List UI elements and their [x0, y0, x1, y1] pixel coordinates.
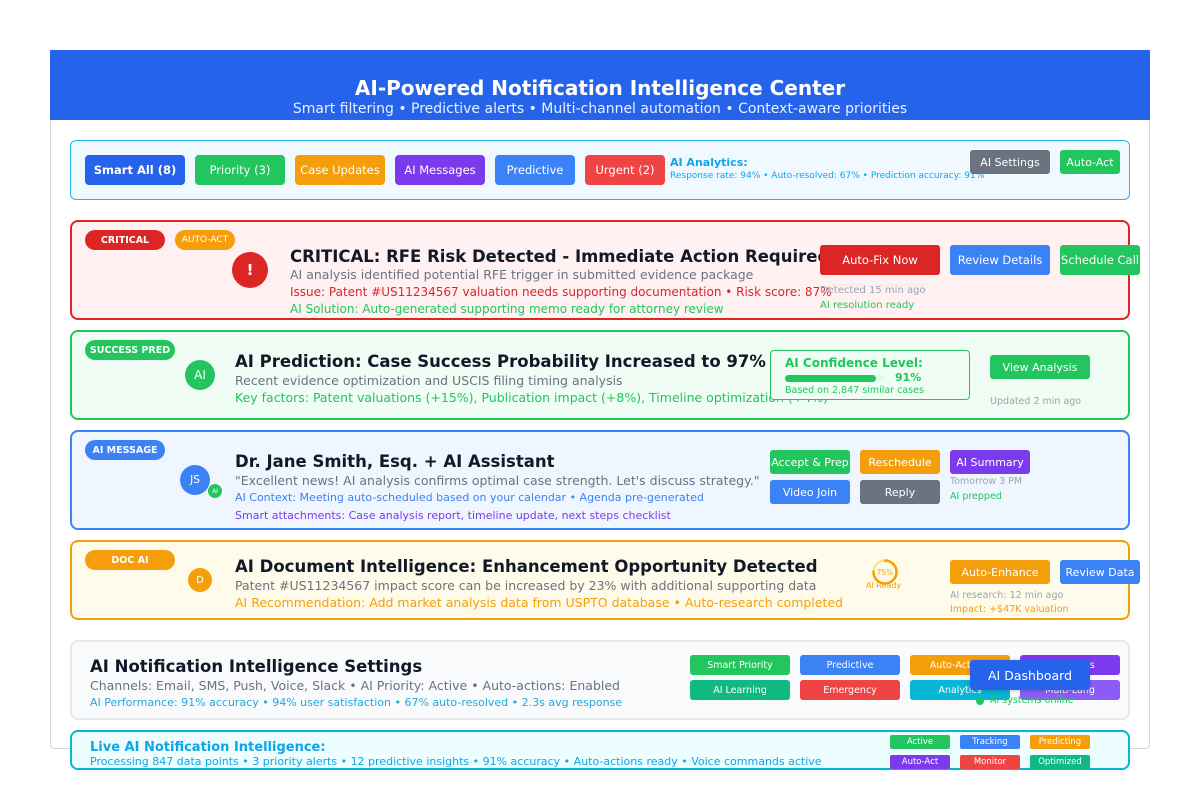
- critical-solution: AI Solution: Auto-generated supporting m…: [290, 302, 724, 316]
- success-title: AI Prediction: Case Success Probability …: [235, 352, 766, 371]
- page-subtitle: Smart filtering • Predictive alerts • Mu…: [292, 101, 908, 117]
- confidence-bar: [785, 375, 885, 382]
- confidence-basis: Based on 2,847 similar cases: [785, 385, 924, 396]
- success-factors: Key factors: Patent valuations (+15%), P…: [235, 390, 828, 405]
- meeting-time: Tomorrow 3 PM: [950, 476, 1023, 487]
- review-details-button[interactable]: Review Details: [950, 245, 1050, 275]
- impact-value: Impact: +$47K valuation: [950, 604, 1069, 615]
- settings-performance: AI Performance: 91% accuracy • 94% user …: [90, 696, 623, 709]
- message-context: AI Context: Meeting auto-scheduled based…: [235, 491, 704, 504]
- filter-chip-case-updates[interactable]: Case Updates: [295, 155, 385, 185]
- filter-chip-smart-all[interactable]: Smart All (8): [85, 155, 185, 185]
- tile-ai-learning[interactable]: AI Learning: [690, 680, 790, 700]
- critical-issue: Issue: Patent #US11234567 valuation need…: [290, 285, 832, 299]
- resolution-status: AI resolution ready: [820, 300, 915, 311]
- auto-enhance-button[interactable]: Auto-Enhance: [950, 560, 1050, 584]
- doc-title: AI Document Intelligence: Enhancement Op…: [235, 557, 818, 576]
- doc-recommendation: AI Recommendation: Add market analysis d…: [235, 595, 843, 610]
- settings-title: AI Notification Intelligence Settings: [90, 657, 423, 676]
- systems-status: AI systems online: [990, 695, 1074, 706]
- message-attachments: Smart attachments: Case analysis report,…: [235, 509, 671, 522]
- filter-chip-predictive[interactable]: Predictive: [495, 155, 575, 185]
- alert-icon: !: [232, 252, 268, 288]
- ring-label: AI Ready: [866, 581, 902, 590]
- ai-settings-button[interactable]: AI Settings: [970, 150, 1050, 174]
- schedule-call-button[interactable]: Schedule Call: [1060, 245, 1140, 275]
- critical-description: AI analysis identified potential RFE tri…: [290, 267, 754, 282]
- reply-button[interactable]: Reply: [860, 480, 940, 504]
- analytics-text: Response rate: 94% • Auto-resolved: 67% …: [670, 171, 985, 181]
- tag-monitor: Monitor: [960, 755, 1020, 769]
- critical-title: CRITICAL: RFE Risk Detected - Immediate …: [290, 247, 830, 266]
- filter-chip-urgent[interactable]: Urgent (2): [585, 155, 665, 185]
- auto-act-button[interactable]: Auto-Act: [1060, 150, 1120, 174]
- tag-auto-act: Auto-Act: [890, 755, 950, 769]
- tag-predicting: Predicting: [1030, 735, 1090, 749]
- tile-smart-priority[interactable]: Smart Priority: [690, 655, 790, 675]
- ai-dashboard-button[interactable]: AI Dashboard: [970, 660, 1090, 690]
- video-join-button[interactable]: Video Join: [770, 480, 850, 504]
- settings-channels: Channels: Email, SMS, Push, Voice, Slack…: [90, 678, 620, 693]
- review-data-button[interactable]: Review Data: [1060, 560, 1140, 584]
- tag-tracking: Tracking: [960, 735, 1020, 749]
- tag-active: Active: [890, 735, 950, 749]
- success-description: Recent evidence optimization and USCIS f…: [235, 373, 623, 388]
- confidence-bar-fill: [785, 375, 876, 382]
- filter-chip-priority[interactable]: Priority (3): [195, 155, 285, 185]
- live-text: Processing 847 data points • 3 priority …: [90, 755, 822, 768]
- prep-status: AI prepped: [950, 491, 1002, 502]
- filter-chip-ai-messages[interactable]: AI Messages: [395, 155, 485, 185]
- doc-description: Patent #US11234567 impact score can be i…: [235, 578, 817, 593]
- confidence-label: AI Confidence Level:: [785, 356, 923, 370]
- auto-fix-button[interactable]: Auto-Fix Now: [820, 245, 940, 275]
- detected-time: Detected 15 min ago: [820, 285, 926, 296]
- ai-summary-button[interactable]: AI Summary: [950, 450, 1030, 474]
- live-title: Live AI Notification Intelligence:: [90, 740, 326, 755]
- page: AI-Powered Notification Intelligence Cen…: [0, 0, 1200, 800]
- message-title: Dr. Jane Smith, Esq. + AI Assistant: [235, 452, 555, 471]
- page-title: AI-Powered Notification Intelligence Cen…: [354, 76, 846, 100]
- tile-emergency[interactable]: Emergency: [800, 680, 900, 700]
- tile-predictive[interactable]: Predictive: [800, 655, 900, 675]
- tag-optimized: Optimized: [1030, 755, 1090, 769]
- analytics-label: AI Analytics:: [670, 156, 748, 169]
- reschedule-button[interactable]: Reschedule: [860, 450, 940, 474]
- ring-value: 75%: [877, 568, 894, 577]
- message-quote: "Excellent news! AI analysis confirms op…: [235, 473, 760, 488]
- ai-assistant-badge: AI: [207, 483, 223, 499]
- updated-time: Updated 2 min ago: [990, 396, 1082, 407]
- critical-badge: CRITICAL: [85, 230, 165, 250]
- success-badge: SUCCESS PRED: [85, 340, 175, 360]
- ai-message-badge: AI MESSAGE: [85, 440, 165, 460]
- auto-act-badge: AUTO-ACT: [175, 230, 235, 250]
- document-avatar: D: [188, 568, 212, 592]
- view-analysis-button[interactable]: View Analysis: [990, 355, 1090, 379]
- ai-avatar: AI: [185, 360, 215, 390]
- user-avatar: JS: [180, 465, 210, 495]
- header-banner: AI-Powered Notification Intelligence Cen…: [50, 50, 1150, 120]
- research-time: AI research: 12 min ago: [950, 590, 1064, 601]
- online-status-dot: [976, 697, 984, 705]
- doc-ai-badge: DOC AI: [85, 550, 175, 570]
- accept-prep-button[interactable]: Accept & Prep: [770, 450, 850, 474]
- confidence-value: 91%: [895, 371, 922, 384]
